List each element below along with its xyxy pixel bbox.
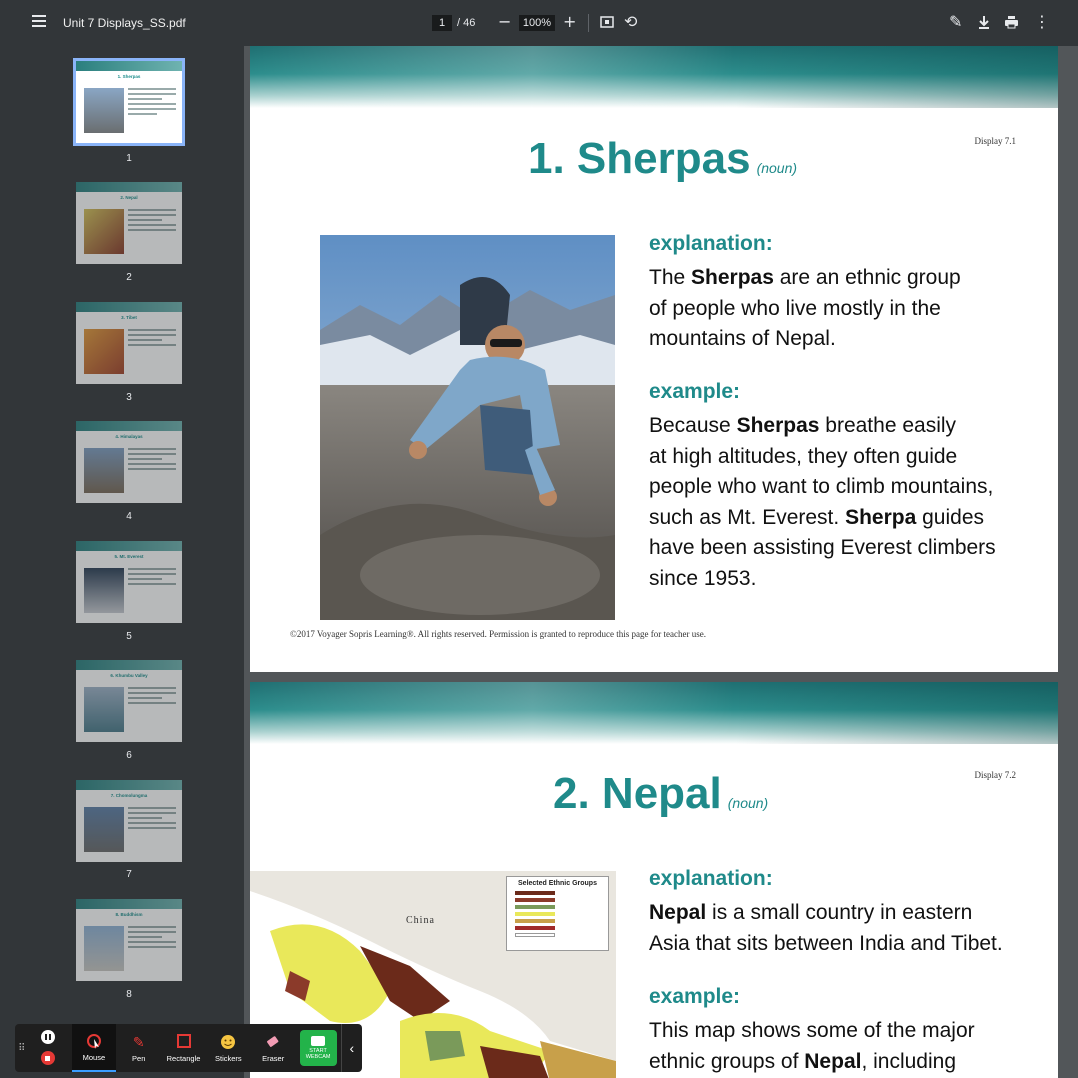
download-icon[interactable] (977, 15, 991, 32)
thumbnail-number: 6 (126, 750, 132, 761)
thumbnail-page-1[interactable]: 1. Sherpas (73, 58, 185, 146)
drag-handle-icon[interactable]: ⠿ (15, 1024, 29, 1072)
thumbnail-page-7[interactable]: 7. Chomolungma (76, 780, 182, 862)
zoom-level-input[interactable]: 100% (519, 15, 555, 31)
thumbnail-number: 5 (126, 631, 132, 642)
copyright-notice: ©2017 Voyager Sopris Learning®. All righ… (290, 629, 706, 639)
more-options-icon[interactable]: ⋮ (1034, 14, 1050, 30)
map-country-label: China (406, 915, 435, 926)
thumbnail-sidebar: 1. Sherpas 1 2. Nepal 2 3. Tibet 3 4. Hi… (0, 46, 244, 1078)
tool-label: Eraser (262, 1053, 285, 1063)
thumbnail-page-4[interactable]: 4. Himalayas (76, 421, 182, 503)
stop-icon[interactable] (40, 1051, 55, 1065)
part-of-speech: (noun) (756, 160, 798, 176)
zoom-out-icon[interactable]: − (498, 14, 511, 30)
document-title: Unit 7 Displays_SS.pdf (63, 16, 186, 30)
recording-controls (29, 1024, 72, 1072)
pause-icon[interactable] (40, 1030, 55, 1044)
tool-label: Rectangle (166, 1053, 201, 1063)
screen-recorder-toolbar: ⠿ Mouse ✎ Pen Rectangle Stickers Eraser … (15, 1024, 362, 1072)
thumbnail-page-3[interactable]: 3. Tibet (76, 302, 182, 384)
fit-page-icon[interactable] (600, 15, 614, 32)
example-text: Because Sherpas breathe easily at high al… (649, 414, 996, 590)
thumbnail-number: 7 (126, 869, 132, 880)
vocab-word: 1. Sherpas (528, 134, 751, 183)
stickers-tool[interactable]: Stickers (206, 1024, 251, 1072)
rotate-icon[interactable]: ⟲ (624, 14, 637, 30)
vocab-word-heading: 1. Sherpas (noun) (528, 134, 797, 184)
start-webcam-button[interactable]: START WEBCAM (299, 1030, 337, 1066)
decorative-header-band (250, 46, 1058, 108)
webcam-icon (311, 1036, 326, 1046)
example-label: example: (649, 380, 741, 403)
eraser-tool[interactable]: Eraser (251, 1024, 296, 1072)
pdf-toolbar: Unit 7 Displays_SS.pdf 1 / 46 − 100% + ⟲… (0, 0, 1078, 46)
cursor-icon (86, 1033, 102, 1049)
thumbnail-page-2[interactable]: 2. Nepal (76, 182, 182, 264)
thumbnail-number: 8 (126, 989, 132, 1000)
display-number: Display 7.1 (974, 136, 1017, 146)
map-legend-title: Selected Ethnic Groups (518, 880, 597, 887)
edit-pen-icon[interactable]: ✎ (949, 14, 962, 30)
thumbnail-number: 4 (126, 511, 132, 522)
thumbnail-page-8[interactable]: 8. Buddhism (76, 899, 182, 981)
page-indicator: 1 / 46 (432, 15, 475, 31)
pdf-page-2: Display 7.2 2. Nepal (noun) Selected Ethn… (250, 682, 1058, 1078)
pdf-page-1: Display 7.1 1. Sherpas (noun) explanatio… (250, 46, 1058, 672)
toolbar-divider (588, 14, 589, 32)
sherpa-climber-photo (320, 235, 615, 620)
tool-label: Pen (132, 1053, 146, 1063)
explanation-text: Nepal is a small country in eastern Asia … (649, 901, 1003, 955)
vocab-word: 2. Nepal (553, 769, 722, 818)
tool-label: Mouse (82, 1052, 106, 1062)
tool-label: Stickers (215, 1053, 242, 1063)
thumbnail-number: 1 (126, 153, 132, 164)
explanation-label: explanation: (649, 232, 773, 255)
page-total: / 46 (457, 17, 476, 29)
menu-icon[interactable] (28, 12, 50, 34)
rectangle-tool[interactable]: Rectangle (161, 1024, 206, 1072)
part-of-speech: (noun) (727, 795, 769, 811)
vocab-word-heading: 2. Nepal (noun) (553, 769, 768, 819)
collapse-toolbar-button[interactable]: ‹ (340, 1024, 362, 1072)
pen-icon: ✎ (132, 1033, 145, 1050)
rectangle-icon (176, 1033, 192, 1050)
print-icon[interactable] (1004, 15, 1019, 32)
explanation-text: The Sherpas are an ethnic group of people… (649, 266, 961, 350)
display-number: Display 7.2 (974, 770, 1017, 780)
mouse-tool[interactable]: Mouse (71, 1024, 117, 1072)
pen-tool[interactable]: ✎ Pen (116, 1024, 161, 1072)
thumbnail-page-5[interactable]: 5. Mt. Everest (76, 541, 182, 623)
thumbnail-page-6[interactable]: 6. Khumbu Valley (76, 660, 182, 742)
explanation-label: explanation: (649, 867, 773, 890)
decorative-header-band (250, 682, 1058, 744)
map-legend: Selected Ethnic Groups (506, 876, 609, 951)
document-viewer[interactable]: Display 7.1 1. Sherpas (noun) explanatio… (244, 46, 1078, 1078)
example-text: This map shows some of the major ethnic g… (649, 1019, 975, 1073)
thumbnail-number: 2 (126, 272, 132, 283)
thumbnail-number: 3 (126, 392, 132, 403)
example-label: example: (649, 985, 741, 1008)
emoji-icon (220, 1034, 236, 1050)
webcam-label: START WEBCAM (305, 1048, 331, 1060)
zoom-in-icon[interactable]: + (563, 14, 576, 30)
page-number-input[interactable]: 1 (432, 15, 452, 31)
eraser-icon (265, 1034, 281, 1050)
